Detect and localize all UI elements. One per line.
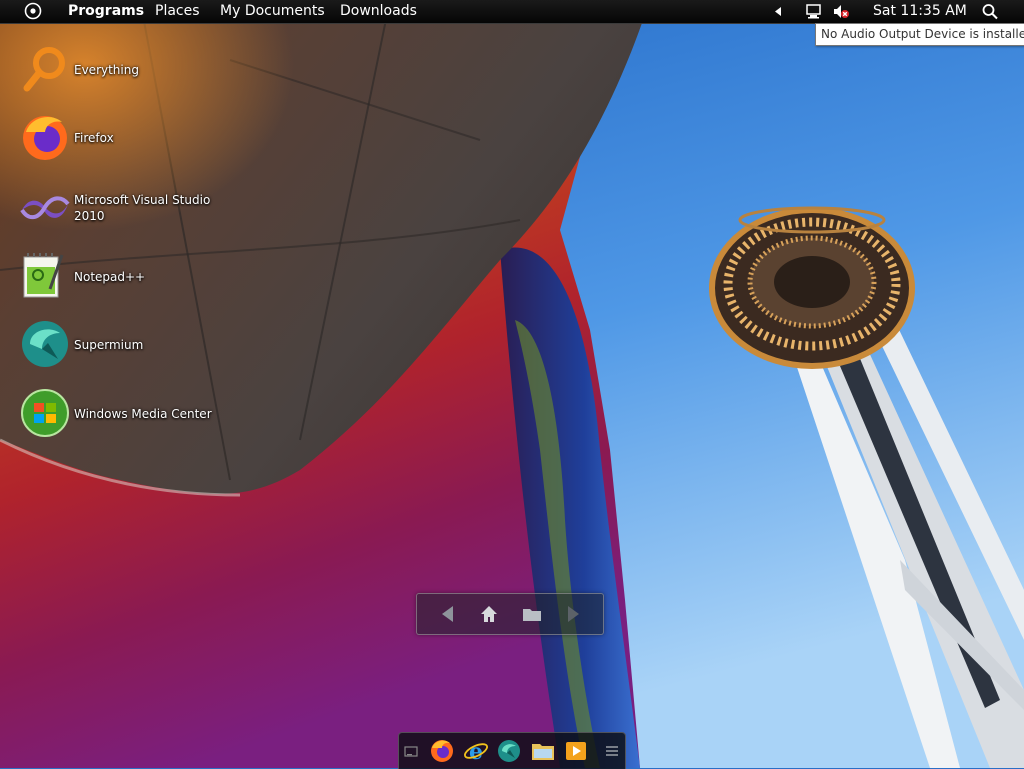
top-panel: Programs Places My Documents Downloads S… bbox=[0, 0, 1024, 24]
home-icon[interactable] bbox=[478, 603, 500, 625]
forward-arrow-icon[interactable] bbox=[562, 603, 584, 625]
menu-lines-icon[interactable] bbox=[599, 738, 625, 764]
desktop-icon-everything[interactable]: Everything bbox=[18, 42, 228, 98]
triangle-left-icon[interactable] bbox=[770, 3, 788, 20]
desktop-icon-label: Windows Media Center bbox=[74, 407, 212, 421]
file-explorer-icon[interactable] bbox=[530, 738, 556, 764]
circle-dot-start-icon[interactable] bbox=[24, 2, 42, 20]
speaker-muted-icon[interactable] bbox=[832, 3, 850, 20]
media-player-icon[interactable] bbox=[563, 738, 589, 764]
supermium-icon bbox=[22, 321, 68, 367]
desktop-icon-label: Supermium bbox=[74, 338, 144, 352]
clock[interactable]: Sat 11:35 AM bbox=[873, 3, 967, 19]
show-desktop-icon[interactable] bbox=[399, 738, 425, 764]
network-monitor-icon[interactable] bbox=[805, 3, 823, 20]
desktop-icon-label: Notepad++ bbox=[74, 270, 146, 284]
search-icon[interactable] bbox=[981, 3, 999, 20]
desktop-icon-supermium[interactable]: Supermium bbox=[18, 317, 228, 373]
firefox-icon bbox=[23, 116, 67, 160]
audio-tooltip: No Audio Output Device is installed. bbox=[815, 23, 1024, 46]
menu-downloads[interactable]: Downloads bbox=[340, 3, 417, 19]
menu-my-documents[interactable]: My Documents bbox=[220, 3, 325, 19]
desktop-icon-firefox[interactable]: Firefox bbox=[18, 110, 228, 166]
desktop-icon-windows-media-center[interactable]: Windows Media Center bbox=[18, 386, 228, 442]
supermium-icon[interactable] bbox=[496, 738, 522, 764]
folder-navigation-bar bbox=[416, 593, 604, 635]
menu-programs[interactable]: Programs bbox=[68, 3, 144, 19]
internet-explorer-icon[interactable]: e bbox=[463, 738, 489, 764]
folder-icon[interactable] bbox=[521, 603, 543, 625]
desktop-icon-label: Microsoft Visual Studio 2010 bbox=[74, 193, 211, 223]
firefox-icon[interactable] bbox=[429, 738, 455, 764]
desktop-icon-label: Firefox bbox=[74, 131, 114, 145]
desktop-icon-label: Everything bbox=[74, 63, 139, 77]
magnifier-icon bbox=[23, 47, 65, 92]
svg-text:e: e bbox=[469, 739, 483, 764]
notepad-plus-plus-icon bbox=[23, 253, 64, 298]
windows-media-center-icon bbox=[21, 389, 69, 437]
dock: e bbox=[398, 732, 626, 769]
desktop-icon-notepad-plus-plus[interactable]: Notepad++ bbox=[18, 249, 228, 305]
desktop-icon-visual-studio[interactable]: Microsoft Visual Studio 2010 bbox=[18, 180, 228, 236]
back-arrow-icon[interactable] bbox=[437, 603, 459, 625]
visual-studio-icon bbox=[20, 196, 70, 220]
menu-places[interactable]: Places bbox=[155, 3, 200, 19]
